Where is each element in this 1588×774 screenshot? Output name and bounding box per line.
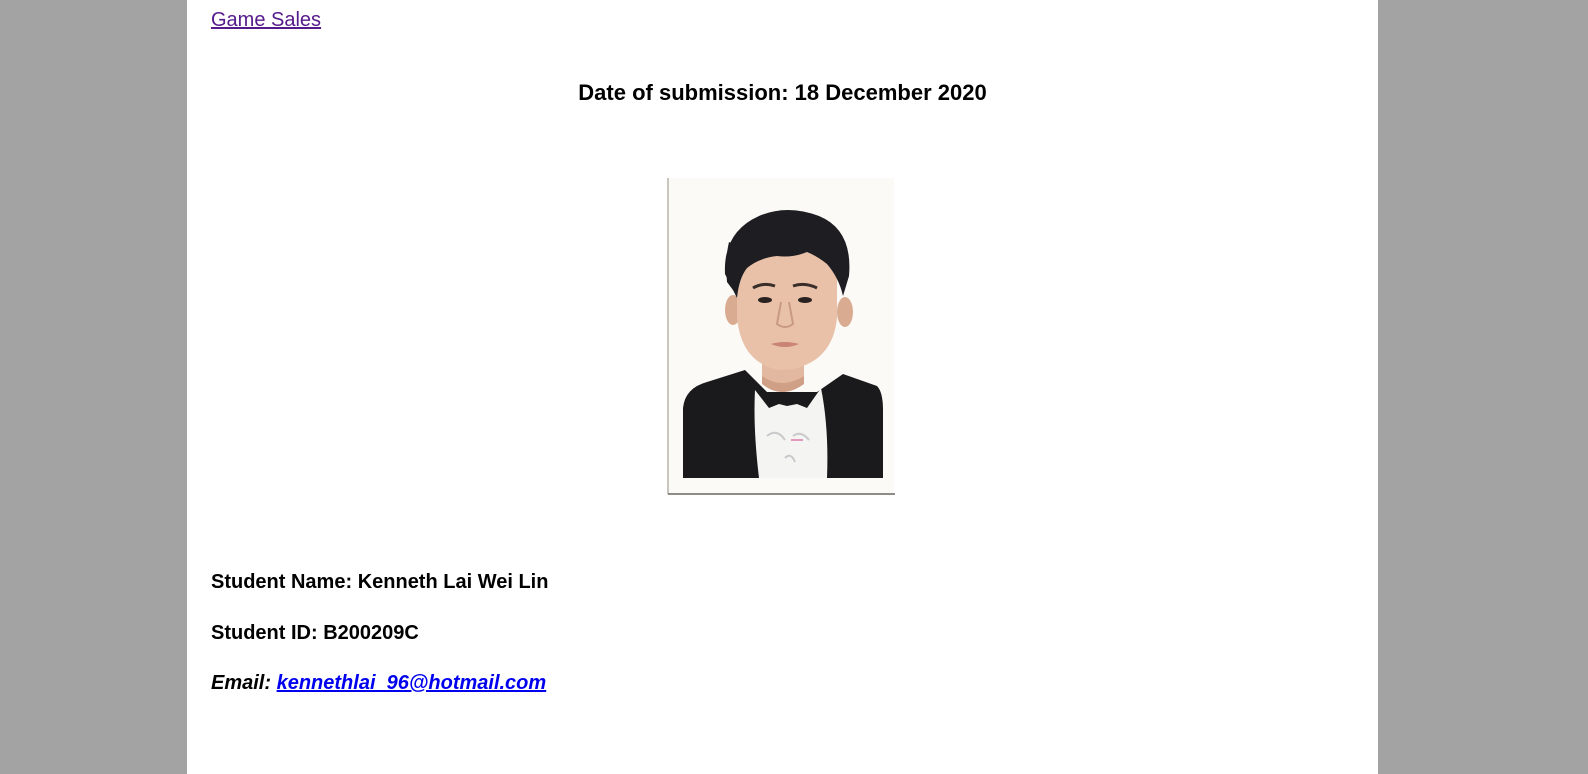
student-name-value: Kenneth Lai Wei Lin (357, 571, 549, 593)
student-name-label: Student Name: (211, 571, 353, 593)
student-name: Student Name: Kenneth Lai Wei Lin (211, 571, 548, 594)
game-sales-link[interactable]: Game Sales (211, 9, 321, 32)
email-label: Email: (211, 672, 272, 694)
date-value: 18 December 2020 (794, 80, 987, 105)
student-photo (667, 178, 896, 498)
student-email: Email: kennethlai_96@hotmail.com (211, 672, 546, 695)
page-content: Game Sales Date of submission: 18 Decemb… (187, 0, 1378, 774)
student-id: Student ID: B200209C (211, 622, 419, 645)
student-id-value: B200209C (323, 622, 419, 644)
email-link[interactable]: kennethlai_96@hotmail.com (277, 672, 547, 694)
student-id-label: Student ID: (211, 622, 318, 644)
submission-date-heading: Date of submission: 18 December 2020 (187, 80, 1378, 106)
date-label: Date of submission: (578, 80, 789, 105)
